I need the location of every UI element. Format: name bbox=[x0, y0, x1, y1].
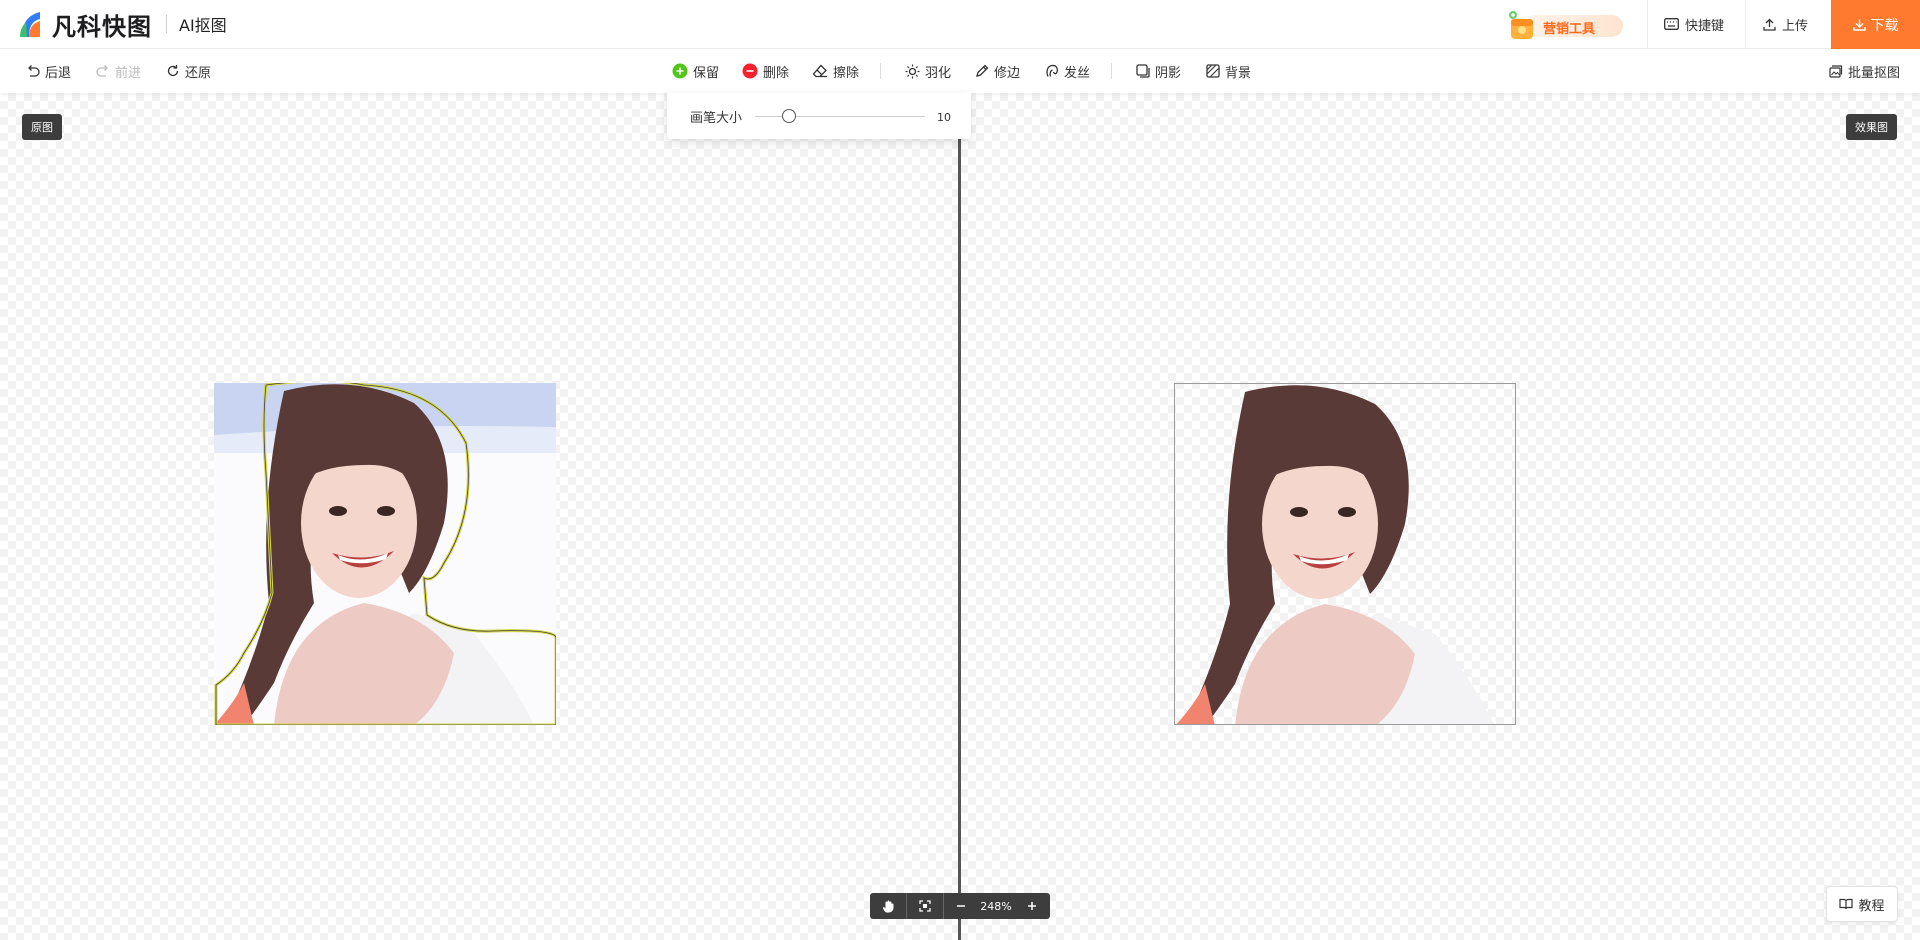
zoom-out-button[interactable] bbox=[944, 893, 978, 919]
reset-icon bbox=[167, 65, 179, 77]
upload-label: 上传 bbox=[1782, 18, 1809, 34]
plus-icon bbox=[1028, 902, 1036, 910]
download-button[interactable]: 下载 bbox=[1831, 0, 1920, 49]
delete-tool-button[interactable]: 删除 bbox=[742, 61, 789, 81]
header-divider bbox=[1745, 0, 1746, 49]
brush-size-thumb[interactable] bbox=[782, 109, 796, 123]
logo-divider bbox=[166, 15, 167, 33]
tutorial-button[interactable]: 教程 bbox=[1826, 886, 1898, 922]
minus-icon bbox=[957, 905, 965, 907]
feather-button[interactable]: 羽化 bbox=[905, 61, 951, 81]
reset-button[interactable]: 还原 bbox=[166, 61, 211, 81]
upload-icon bbox=[1763, 18, 1776, 31]
background-label: 背景 bbox=[1225, 65, 1252, 81]
download-icon bbox=[1852, 19, 1866, 31]
feather-label: 羽化 bbox=[925, 65, 952, 81]
shadow-label: 阴影 bbox=[1155, 65, 1182, 81]
portrait-photo-result bbox=[1176, 385, 1495, 724]
keep-tool-label: 保留 bbox=[693, 65, 720, 81]
shadow-button[interactable]: 阴影 bbox=[1136, 61, 1181, 81]
plus-circle-icon bbox=[672, 63, 688, 79]
logo-text: 凡科快图 bbox=[52, 12, 152, 41]
edit-toolbar: 后退 前进 还原 保留 删除 擦除 羽化 修边 发丝 阴影 背景 批量抠图 bbox=[0, 49, 1920, 93]
toolbar-separator bbox=[1111, 63, 1112, 79]
minus-circle-icon bbox=[742, 63, 758, 79]
pan-tool-button[interactable] bbox=[870, 893, 906, 919]
hair-button[interactable]: 发丝 bbox=[1045, 61, 1090, 81]
logo-icon bbox=[18, 9, 48, 39]
eraser-icon bbox=[812, 64, 827, 78]
hair-icon bbox=[1046, 64, 1058, 77]
brand-logo[interactable]: 凡科快图 AI抠图 bbox=[18, 9, 227, 41]
gift-bag-icon bbox=[1509, 11, 1533, 39]
zoom-level: 248% bbox=[980, 899, 1012, 913]
undo-icon bbox=[28, 65, 40, 77]
marketing-tools-button[interactable]: 营销工具 bbox=[1505, 9, 1623, 41]
edge-refine-button[interactable]: 修边 bbox=[975, 61, 1020, 81]
keyboard-icon bbox=[1664, 18, 1679, 30]
fit-screen-button[interactable] bbox=[907, 893, 943, 919]
edge-refine-label: 修边 bbox=[994, 65, 1021, 81]
result-image[interactable] bbox=[1174, 383, 1516, 725]
delete-tool-label: 删除 bbox=[763, 65, 790, 81]
original-image[interactable] bbox=[214, 383, 556, 725]
download-label: 下载 bbox=[1870, 17, 1899, 34]
erase-tool-button[interactable]: 擦除 bbox=[812, 61, 859, 81]
brush-size-label: 画笔大小 bbox=[690, 111, 743, 126]
original-tag: 原图 bbox=[22, 114, 62, 140]
erase-tool-label: 擦除 bbox=[833, 65, 860, 81]
brush-size-value: 10 bbox=[937, 111, 951, 124]
header-divider bbox=[1647, 0, 1648, 49]
redo-icon bbox=[96, 65, 108, 77]
upload-button[interactable]: 上传 bbox=[1763, 14, 1808, 34]
tutorial-label: 教程 bbox=[1858, 898, 1885, 914]
pen-icon bbox=[976, 64, 989, 77]
background-button[interactable]: 背景 bbox=[1206, 61, 1251, 81]
redo-button[interactable]: 前进 bbox=[96, 61, 141, 81]
undo-button[interactable]: 后退 bbox=[26, 61, 71, 81]
book-icon bbox=[1839, 898, 1854, 910]
top-header: 凡科快图 AI抠图 营销工具 快捷键 上传 下载 bbox=[0, 0, 1920, 49]
feather-icon bbox=[905, 64, 920, 78]
undo-label: 后退 bbox=[45, 65, 72, 81]
zoom-toolbar: 248% bbox=[870, 893, 1050, 919]
zoom-in-button[interactable] bbox=[1014, 893, 1050, 919]
batch-images-icon bbox=[1829, 64, 1843, 78]
shortcuts-label: 快捷键 bbox=[1685, 18, 1725, 34]
portrait-photo-original bbox=[214, 383, 556, 725]
hand-icon bbox=[882, 900, 893, 913]
hair-label: 发丝 bbox=[1064, 65, 1091, 81]
background-pattern-icon bbox=[1206, 64, 1220, 78]
toolbar-separator bbox=[880, 63, 881, 79]
reset-label: 还原 bbox=[185, 65, 212, 81]
brush-size-popover: 画笔大小 10 bbox=[667, 93, 971, 139]
brush-size-slider[interactable] bbox=[755, 116, 925, 117]
keep-tool-button[interactable]: 保留 bbox=[672, 61, 719, 81]
batch-cutout-button[interactable]: 批量抠图 bbox=[1829, 61, 1900, 81]
shortcuts-button[interactable]: 快捷键 bbox=[1664, 14, 1724, 34]
app-name: AI抠图 bbox=[179, 16, 227, 35]
fit-screen-icon bbox=[919, 900, 931, 912]
marketing-label: 营销工具 bbox=[1543, 22, 1596, 37]
shadow-icon bbox=[1136, 64, 1150, 78]
result-tag: 效果图 bbox=[1846, 114, 1897, 140]
redo-label: 前进 bbox=[115, 65, 142, 81]
compare-divider[interactable] bbox=[958, 93, 961, 940]
batch-cutout-label: 批量抠图 bbox=[1848, 65, 1901, 81]
